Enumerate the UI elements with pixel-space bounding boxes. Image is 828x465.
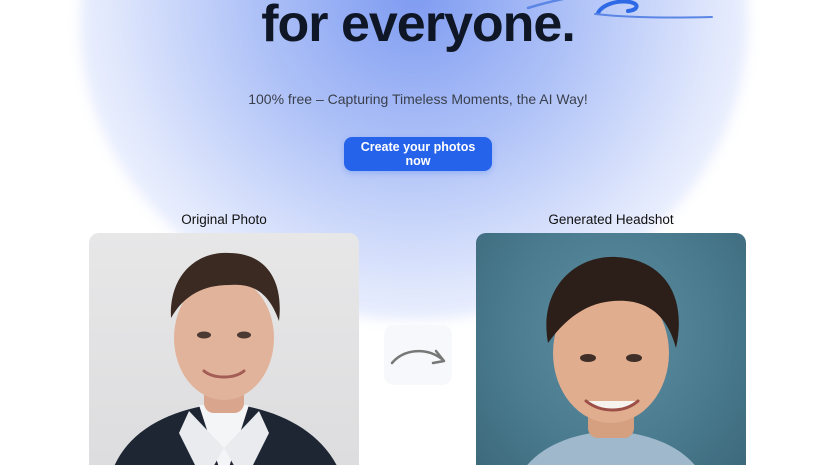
hero-subtitle: 100% free – Capturing Timeless Moments, … xyxy=(248,91,588,107)
original-photo-label: Original Photo xyxy=(181,212,267,227)
landing-page: for everyone. 100% free – Capturing Time… xyxy=(0,0,828,465)
generated-headshot-photo xyxy=(476,233,746,465)
generated-headshot-label: Generated Headshot xyxy=(548,212,674,227)
create-photos-button[interactable]: Create your photos now xyxy=(344,137,492,171)
curved-arrow-right-icon xyxy=(384,325,452,385)
original-photo xyxy=(89,233,359,465)
hero-title: for everyone. xyxy=(261,0,576,53)
